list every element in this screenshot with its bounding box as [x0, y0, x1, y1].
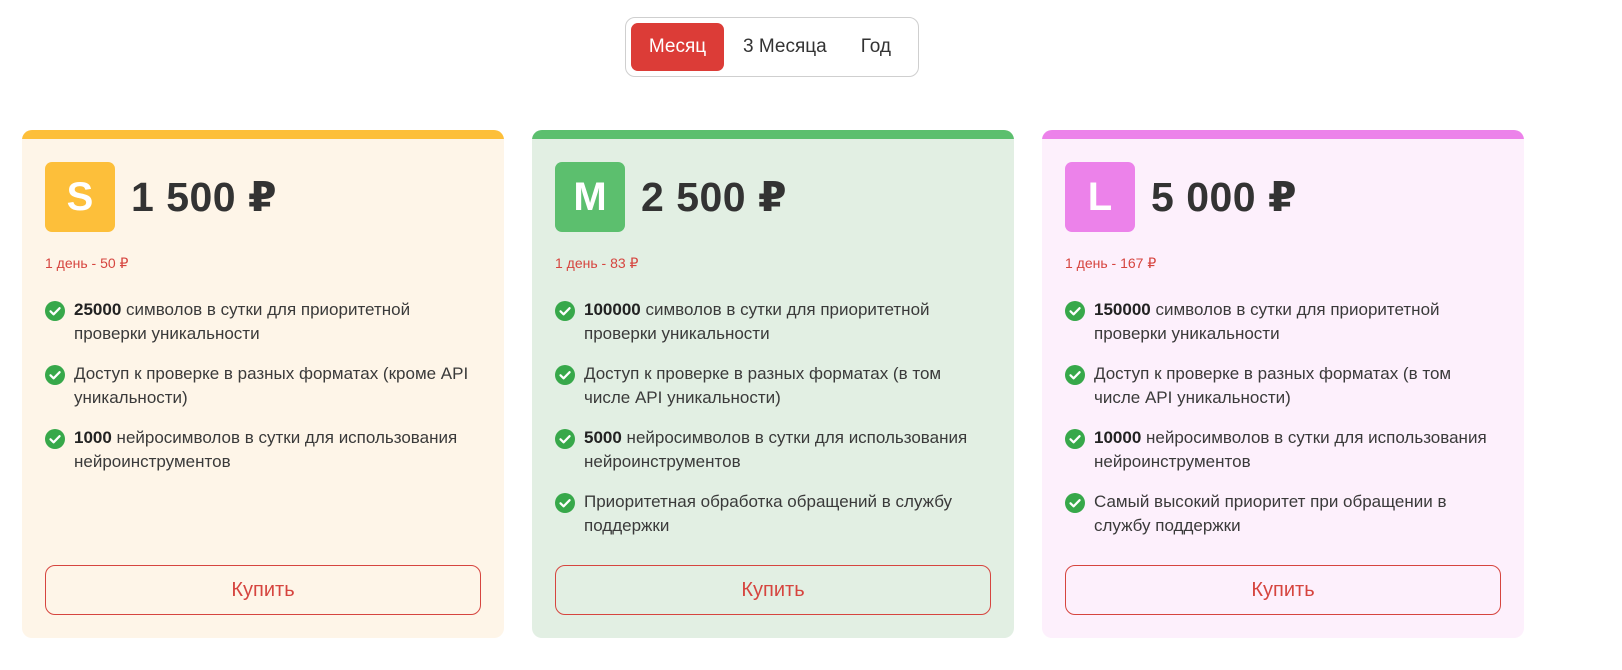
- plan-feature-value: 10000: [1094, 428, 1142, 447]
- plan-feature-value: 25000: [74, 300, 122, 319]
- plan-price: 1 500 ₽: [131, 174, 278, 220]
- plan-feature-list: 150000 символов в сутки для приоритетной…: [1065, 298, 1495, 554]
- pricing-page: Месяц 3 Месяца Год S 1 500 ₽ 1 день - 50…: [0, 0, 1622, 670]
- plan-card-accent-bar: [1042, 130, 1524, 139]
- plan-letter-badge: S: [45, 162, 115, 232]
- check-circle-icon: [45, 429, 65, 449]
- check-circle-icon: [1065, 365, 1085, 385]
- plan-feature-value: 5000: [584, 428, 622, 447]
- plan-header: M 2 500 ₽: [555, 162, 787, 232]
- plan-feature-value: 1000: [74, 428, 112, 447]
- plan-feature: Доступ к проверке в разных форматах (в т…: [555, 362, 985, 410]
- plan-price-per-day: 1 день - 83 ₽: [555, 255, 639, 271]
- buy-button-m[interactable]: Купить: [555, 565, 991, 615]
- plan-feature-text: нейросимволов в сутки для использования …: [74, 428, 458, 471]
- check-circle-icon: [1065, 301, 1085, 321]
- plan-feature: 1000 нейросимволов в сутки для использов…: [45, 426, 475, 474]
- check-circle-icon: [555, 365, 575, 385]
- plan-feature-value: 100000: [584, 300, 641, 319]
- plan-feature-text: Доступ к проверке в разных форматах (кро…: [74, 364, 469, 407]
- plan-price-per-day: 1 день - 167 ₽: [1065, 255, 1157, 271]
- check-circle-icon: [555, 429, 575, 449]
- buy-button-l[interactable]: Купить: [1065, 565, 1501, 615]
- plan-letter-badge: M: [555, 162, 625, 232]
- plan-feature-text: Приоритетная обработка обращений в служб…: [584, 492, 953, 535]
- plan-feature-list: 25000 символов в сутки для приоритетной …: [45, 298, 475, 490]
- check-circle-icon: [555, 493, 575, 513]
- plan-feature: Приоритетная обработка обращений в служб…: [555, 490, 985, 538]
- plan-feature: 5000 нейросимволов в сутки для использов…: [555, 426, 985, 474]
- plan-feature-value: 150000: [1094, 300, 1151, 319]
- check-circle-icon: [555, 301, 575, 321]
- period-option-year[interactable]: Год: [846, 23, 906, 71]
- plan-feature: 25000 символов в сутки для приоритетной …: [45, 298, 475, 346]
- plan-feature-text: нейросимволов в сутки для использования …: [584, 428, 968, 471]
- plan-feature: Доступ к проверке в разных форматах (в т…: [1065, 362, 1495, 410]
- check-circle-icon: [1065, 493, 1085, 513]
- check-circle-icon: [1065, 429, 1085, 449]
- plan-feature-text: Доступ к проверке в разных форматах (в т…: [1094, 364, 1452, 407]
- plan-card-accent-bar: [532, 130, 1014, 139]
- plan-feature: Самый высокий приоритет при обращении в …: [1065, 490, 1495, 538]
- plan-feature-list: 100000 символов в сутки для приоритетной…: [555, 298, 985, 554]
- plan-price: 5 000 ₽: [1151, 174, 1298, 220]
- plan-feature: 10000 нейросимволов в сутки для использо…: [1065, 426, 1495, 474]
- buy-button-s[interactable]: Купить: [45, 565, 481, 615]
- plan-price: 2 500 ₽: [641, 174, 788, 220]
- plan-card-l: L 5 000 ₽ 1 день - 167 ₽ 150000 символов…: [1042, 130, 1524, 638]
- plan-header: L 5 000 ₽: [1065, 162, 1297, 232]
- plan-feature-text: Доступ к проверке в разных форматах (в т…: [584, 364, 942, 407]
- period-option-month[interactable]: Месяц: [631, 23, 724, 71]
- plan-card-m: M 2 500 ₽ 1 день - 83 ₽ 100000 символов …: [532, 130, 1014, 638]
- plan-letter-badge: L: [1065, 162, 1135, 232]
- check-circle-icon: [45, 365, 65, 385]
- period-switch: Месяц 3 Месяца Год: [625, 17, 919, 77]
- plan-card-accent-bar: [22, 130, 504, 139]
- plan-feature: 150000 символов в сутки для приоритетной…: [1065, 298, 1495, 346]
- plan-feature: Доступ к проверке в разных форматах (кро…: [45, 362, 475, 410]
- check-circle-icon: [45, 301, 65, 321]
- plan-feature-text: Самый высокий приоритет при обращении в …: [1094, 492, 1447, 535]
- plan-feature-text: нейросимволов в сутки для использования …: [1094, 428, 1487, 471]
- plan-card-s: S 1 500 ₽ 1 день - 50 ₽ 25000 символов в…: [22, 130, 504, 638]
- period-option-3-months[interactable]: 3 Месяца: [728, 23, 842, 71]
- plan-feature: 100000 символов в сутки для приоритетной…: [555, 298, 985, 346]
- plan-feature-text: символов в сутки для приоритетной провер…: [74, 300, 411, 343]
- plan-header: S 1 500 ₽: [45, 162, 277, 232]
- plan-price-per-day: 1 день - 50 ₽: [45, 255, 129, 271]
